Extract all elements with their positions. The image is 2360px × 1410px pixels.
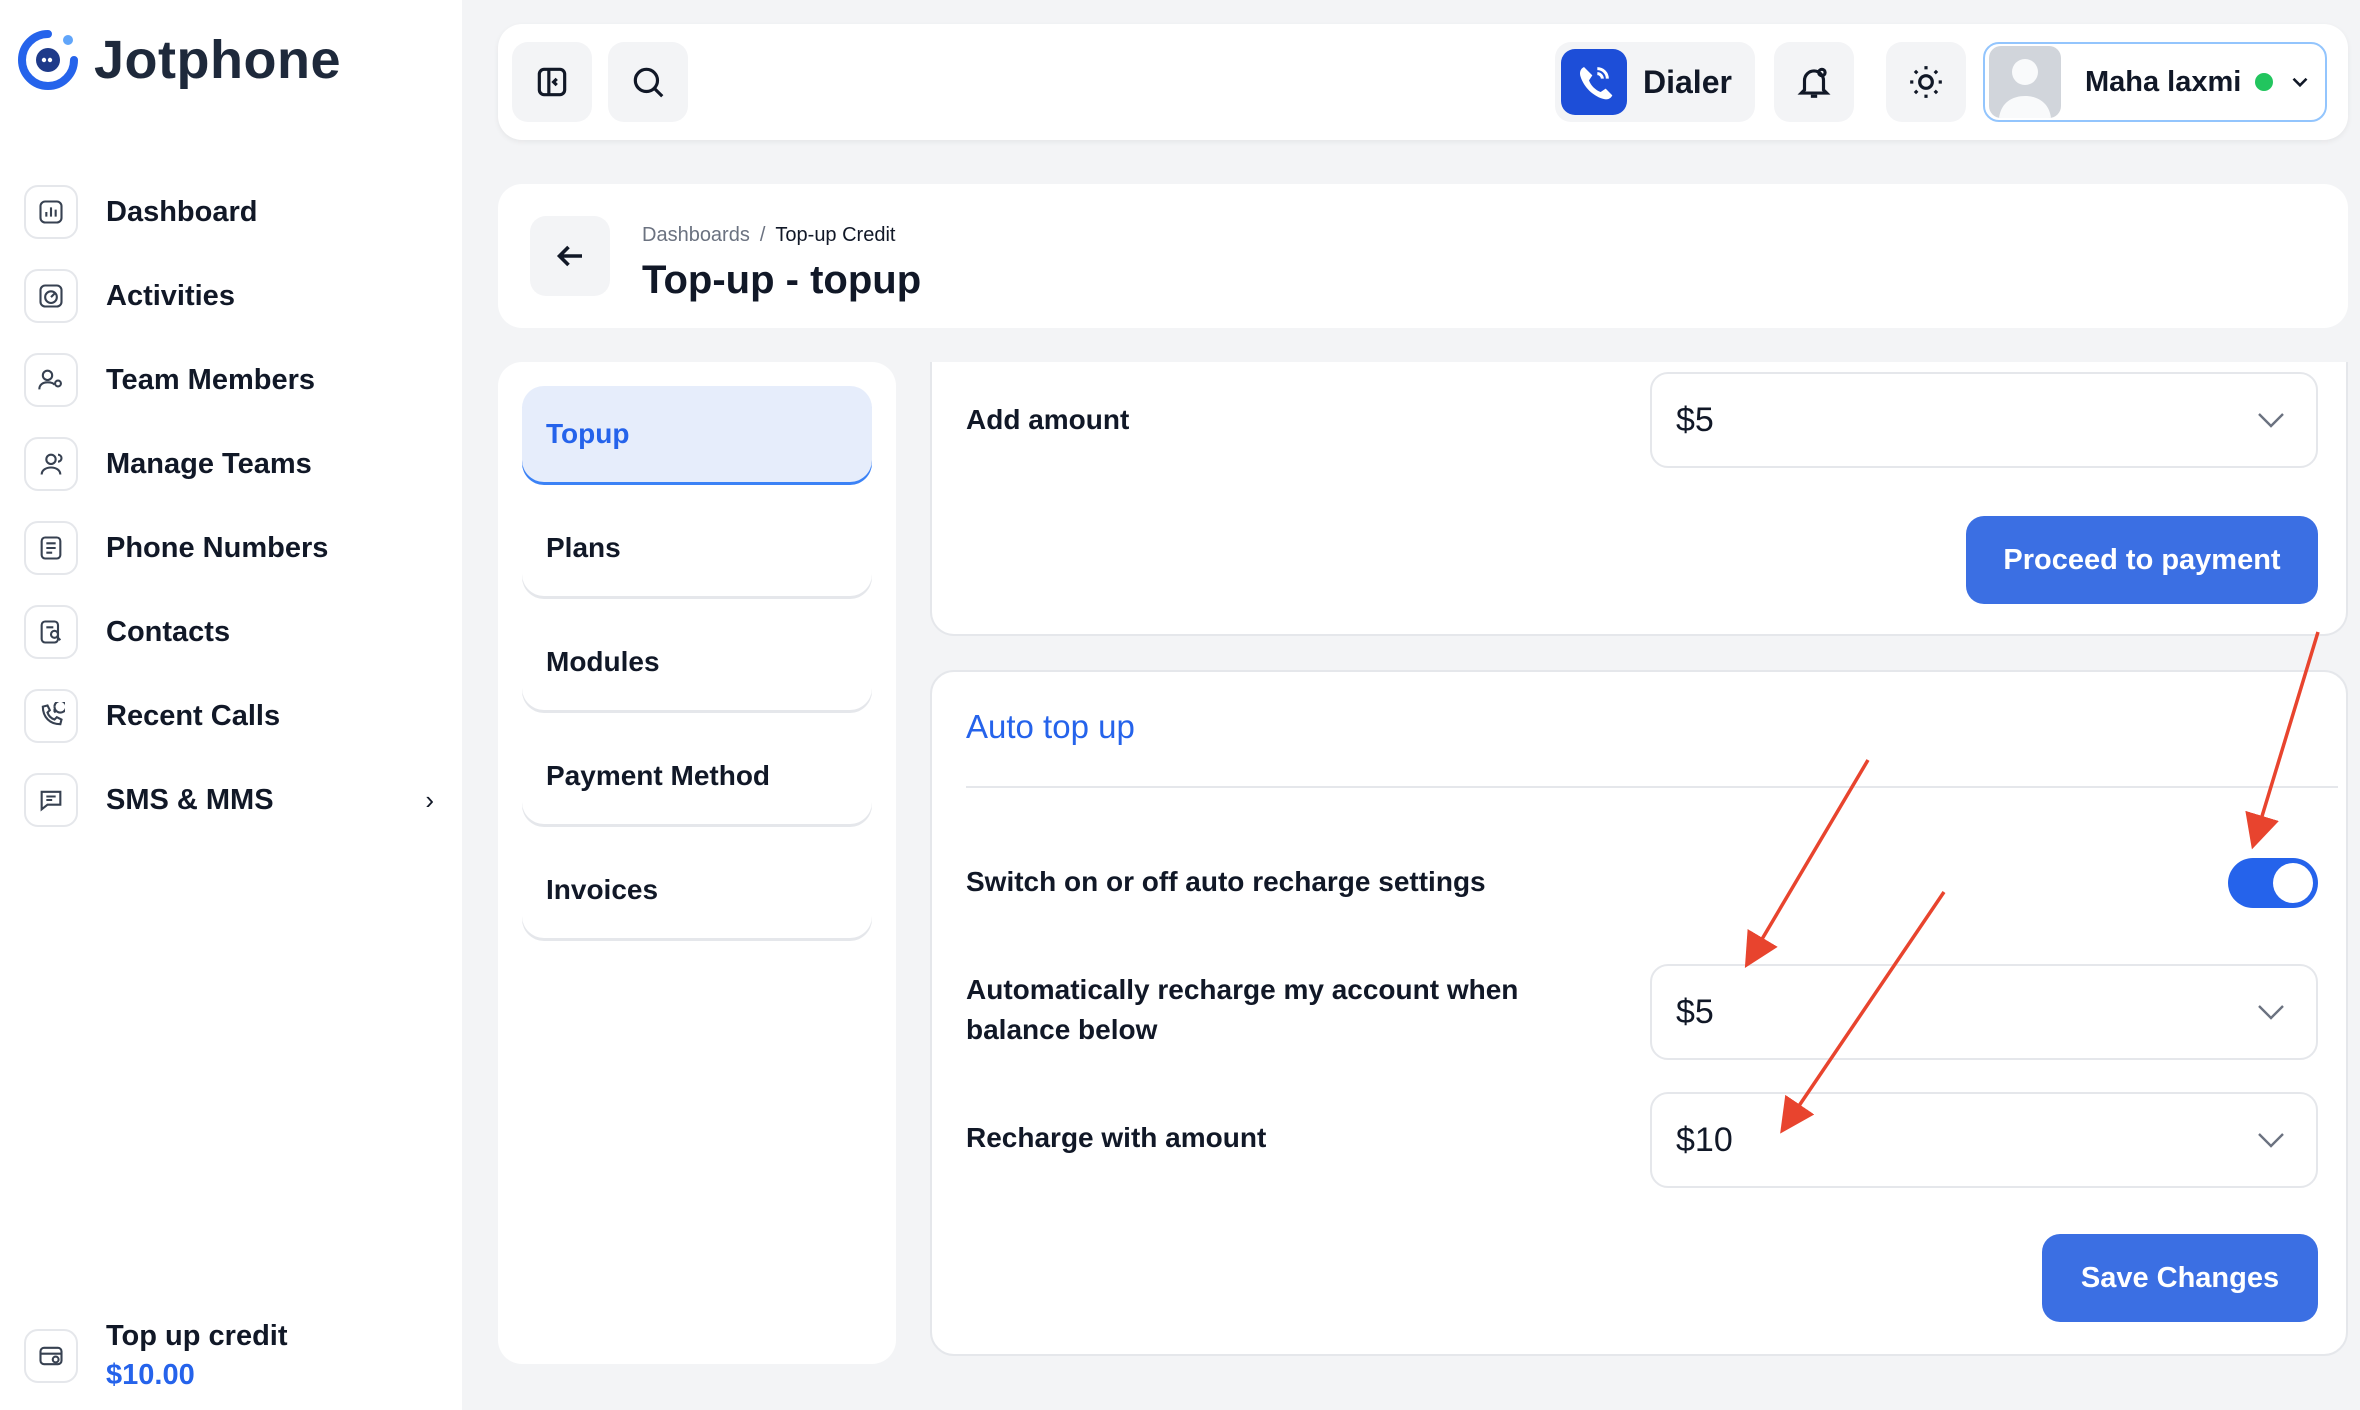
- arrow-left-icon: [556, 245, 582, 267]
- sidebar-item-label: Manage Teams: [106, 447, 312, 480]
- online-status-dot: [2255, 73, 2274, 91]
- users-icon: [24, 437, 78, 491]
- sidebar-item-activities[interactable]: Activities: [24, 254, 434, 338]
- chevron-right-icon[interactable]: ›: [425, 785, 434, 816]
- logo[interactable]: Jotphone: [16, 28, 341, 92]
- proceed-to-payment-button[interactable]: Proceed to payment: [1966, 516, 2318, 604]
- recharge-amount-value: $10: [1676, 1120, 1733, 1159]
- recharge-amount-label: Recharge with amount: [966, 1122, 1267, 1153]
- breadcrumb-separator: /: [759, 224, 766, 246]
- breadcrumb: Dashboards / Top-up Credit: [642, 224, 895, 247]
- sidebar-item-contacts[interactable]: Contacts: [24, 590, 434, 674]
- sidebar-item-label: Dashboard: [106, 195, 258, 228]
- tab-payment-method[interactable]: Payment Method: [522, 728, 872, 824]
- threshold-label-line2: balance below: [966, 1014, 1158, 1045]
- credit-value: $10.00: [106, 1359, 195, 1391]
- tab-modules[interactable]: Modules: [522, 614, 872, 710]
- recharge-amount-select[interactable]: $10: [1650, 1092, 2318, 1188]
- save-changes-button[interactable]: Save Changes: [2042, 1234, 2318, 1322]
- sidebar-item-label: Team Members: [106, 363, 315, 396]
- search-button[interactable]: [608, 42, 688, 122]
- avatar: [1989, 46, 2061, 118]
- auto-topup-title: Auto top up: [966, 708, 1135, 745]
- sidebar-item-label: Activities: [106, 279, 235, 312]
- sidebar-item-label: SMS & MMS: [106, 783, 274, 816]
- chart-bar-icon: [24, 185, 78, 239]
- tab-topup[interactable]: Topup: [522, 386, 872, 482]
- divider: [966, 786, 2338, 788]
- sidebar-item-label: Phone Numbers: [106, 531, 329, 564]
- sun-icon: [1910, 66, 1942, 98]
- phone-book-icon: [24, 521, 78, 575]
- breadcrumb-current: Top-up Credit: [775, 224, 896, 246]
- chevron-down-icon: [2258, 1005, 2284, 1020]
- gauge-icon: [24, 269, 78, 323]
- sidebar-item-manage-teams[interactable]: Manage Teams: [24, 422, 434, 506]
- add-amount-select[interactable]: $5: [1650, 372, 2318, 468]
- sidebar-nav: Dashboard Activities Team Members Manage…: [24, 170, 434, 842]
- credit-label: Top up credit: [106, 1320, 288, 1352]
- settings-tabs: Topup Plans Modules Payment Method Invoi…: [498, 362, 896, 1364]
- phone-icon: [1561, 49, 1627, 115]
- add-amount-label: Add amount: [966, 404, 1130, 435]
- add-amount-value: $5: [1676, 400, 1714, 439]
- user-settings-icon: [24, 353, 78, 407]
- threshold-label-line1: Automatically recharge my account when: [966, 974, 1519, 1005]
- tab-plans[interactable]: Plans: [522, 500, 872, 596]
- back-button[interactable]: [530, 216, 610, 296]
- sidebar-item-team-members[interactable]: Team Members: [24, 338, 434, 422]
- contact-list-icon: [24, 605, 78, 659]
- tab-invoices[interactable]: Invoices: [522, 842, 872, 938]
- page-title: Top-up - topup: [642, 258, 922, 302]
- sidebar-item-dashboard[interactable]: Dashboard: [24, 170, 434, 254]
- notifications-button[interactable]: [1774, 42, 1854, 122]
- message-icon: [24, 773, 78, 827]
- app-name: Jotphone: [94, 30, 341, 90]
- jotphone-logo-icon: [18, 30, 78, 90]
- topup-credit-widget[interactable]: Top up credit $10.00: [24, 1320, 288, 1392]
- top-header: Dialer Maha laxmi: [498, 24, 2348, 140]
- user-menu[interactable]: Maha laxmi: [1983, 42, 2327, 122]
- topup-card: Add amount $5 Proceed to payment: [930, 362, 2348, 636]
- auto-topup-card: Auto top up Switch on or off auto rechar…: [930, 670, 2348, 1356]
- sidebar-item-label: Recent Calls: [106, 699, 281, 732]
- wallet-icon: [24, 1329, 78, 1383]
- sidebar-item-recent-calls[interactable]: Recent Calls: [24, 674, 434, 758]
- chevron-down-icon: [2258, 413, 2284, 428]
- auto-recharge-switch-label: Switch on or off auto recharge settings: [966, 866, 1486, 897]
- threshold-select[interactable]: $5: [1650, 964, 2318, 1060]
- user-name: Maha laxmi: [2085, 65, 2242, 98]
- chevron-down-icon: [2258, 1133, 2284, 1148]
- sidebar-collapse-icon: [537, 67, 567, 97]
- sidebar-item-label: Contacts: [106, 615, 231, 648]
- toggle-knob: [2273, 863, 2313, 903]
- page-header-card: Dashboards / Top-up Credit Top-up - topu…: [498, 184, 2348, 328]
- sidebar-item-phone-numbers[interactable]: Phone Numbers: [24, 506, 434, 590]
- breadcrumb-link-dashboards[interactable]: Dashboards: [642, 224, 750, 247]
- sidebar: Jotphone Dashboard Activities Team Membe…: [0, 0, 462, 1410]
- sidebar-item-sms-mms[interactable]: SMS & MMS ›: [24, 758, 434, 842]
- sidebar-toggle-button[interactable]: [512, 42, 592, 122]
- phone-history-icon: [24, 689, 78, 743]
- bell-icon: [1797, 67, 1831, 98]
- chevron-down-icon: [2292, 77, 2308, 88]
- auto-recharge-toggle[interactable]: [2228, 858, 2318, 908]
- theme-toggle-button[interactable]: [1886, 42, 1966, 122]
- dialer-label: Dialer: [1643, 63, 1732, 100]
- search-icon: [633, 67, 664, 98]
- threshold-label: Automatically recharge my account when b…: [966, 970, 1518, 1050]
- threshold-value: $5: [1676, 992, 1714, 1031]
- dialer-button[interactable]: Dialer: [1555, 42, 1755, 122]
